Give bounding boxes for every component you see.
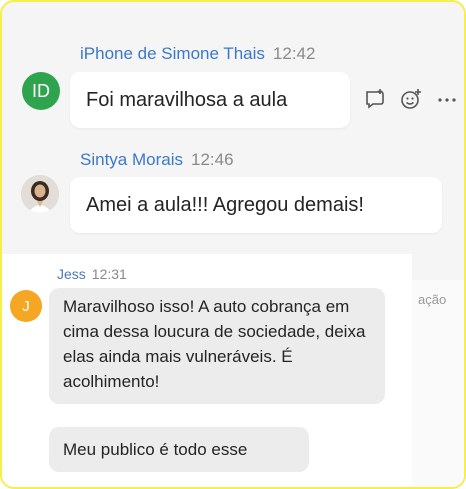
message-bubble[interactable]: Amei a aula!!! Agregou demais! bbox=[70, 177, 442, 233]
message-text: Meu publico é todo esse bbox=[63, 440, 248, 459]
chat-window: ação iPhone de Simone Thais 12:42 ID Foi … bbox=[0, 0, 466, 489]
add-reaction-icon[interactable] bbox=[398, 86, 424, 112]
message-header: iPhone de Simone Thais 12:42 bbox=[80, 44, 315, 64]
message-time: 12:42 bbox=[272, 44, 316, 63]
message-bubble[interactable]: Maravilhoso isso! A auto cobrança em cim… bbox=[49, 288, 385, 404]
avatar-initial: J bbox=[22, 297, 30, 315]
avatar[interactable] bbox=[21, 175, 59, 213]
sender-name[interactable]: iPhone de Simone Thais bbox=[80, 44, 265, 63]
avatar-initials: ID bbox=[32, 80, 50, 101]
message-text: Maravilhoso isso! A auto cobrança em cim… bbox=[63, 297, 366, 391]
message-bubble[interactable]: Foi maravilhosa a aula bbox=[70, 72, 350, 128]
message-header: Jess 12:31 bbox=[57, 266, 127, 282]
message-time: 12:31 bbox=[91, 266, 127, 282]
message-header: Sintya Morais 12:46 bbox=[80, 150, 234, 170]
message-text: Foi maravilhosa a aula bbox=[86, 89, 288, 111]
chat-panel-side: ação bbox=[412, 280, 464, 487]
more-options-icon[interactable] bbox=[434, 86, 460, 112]
message-actions bbox=[362, 86, 460, 112]
sender-name[interactable]: Sintya Morais bbox=[80, 150, 183, 169]
message-time: 12:46 bbox=[190, 150, 234, 169]
truncated-text: ação bbox=[418, 292, 447, 307]
avatar[interactable]: ID bbox=[22, 72, 60, 110]
reply-icon[interactable] bbox=[362, 86, 388, 112]
sender-name[interactable]: Jess bbox=[57, 266, 86, 282]
avatar[interactable]: J bbox=[10, 290, 42, 322]
message-bubble[interactable]: Meu publico é todo esse bbox=[49, 427, 309, 472]
message-text: Amei a aula!!! Agregou demais! bbox=[86, 194, 364, 216]
